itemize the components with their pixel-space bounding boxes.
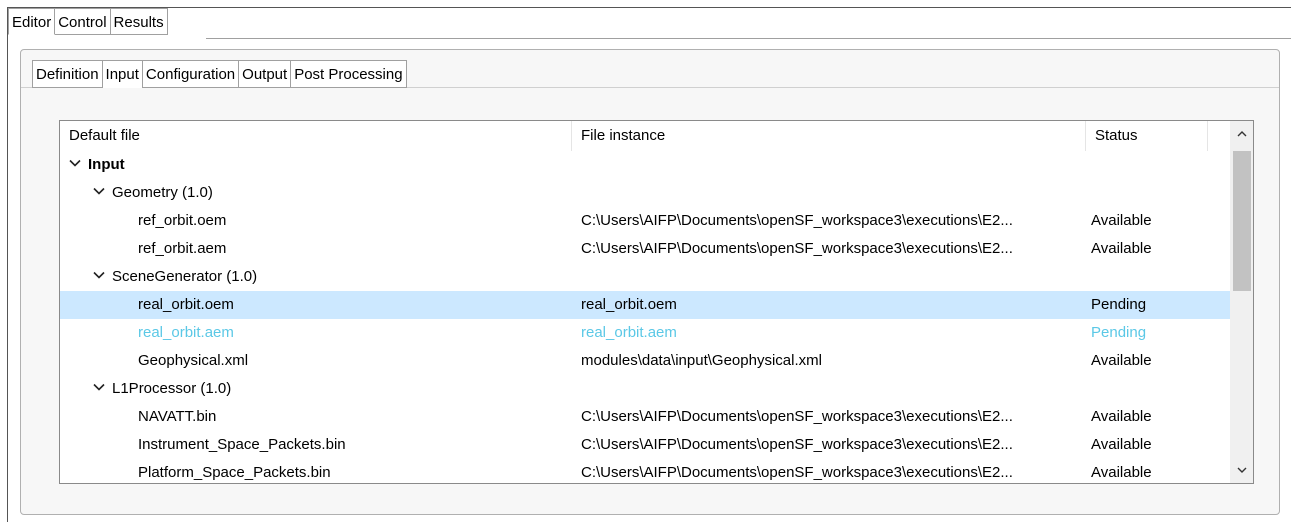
editor-window: Editor Control Results Definition Input … <box>7 7 1291 522</box>
module-label: L1Processor (1.0) <box>112 380 232 397</box>
file-instance-cell: modules\data\input\Geophysical.xml <box>581 352 822 369</box>
default-file-cell: Instrument_Space_Packets.bin <box>138 436 346 453</box>
tab-results[interactable]: Results <box>110 8 168 35</box>
tree-row-l1processor[interactable]: L1Processor (1.0) <box>60 375 1232 403</box>
file-instance-cell: C:\Users\AIFP\Documents\openSF_workspace… <box>581 212 1013 229</box>
default-file-cell: Platform_Space_Packets.bin <box>138 464 331 481</box>
file-instance-cell: real_orbit.oem <box>581 296 677 313</box>
status-cell: Available <box>1091 352 1152 369</box>
tab-input[interactable]: Input <box>102 60 143 88</box>
header-default-file[interactable]: Default file <box>60 121 572 151</box>
header-file-instance[interactable]: File instance <box>572 121 1086 151</box>
default-file-cell: real_orbit.aem <box>138 324 234 341</box>
default-file-cell: NAVATT.bin <box>138 408 217 425</box>
tree-row-geometry[interactable]: Geometry (1.0) <box>60 179 1232 207</box>
default-file-cell: real_orbit.oem <box>138 296 234 313</box>
scroll-down-button[interactable] <box>1231 459 1253 481</box>
scrollbar-thumb[interactable] <box>1233 151 1251 291</box>
status-cell: Available <box>1091 464 1152 481</box>
default-file-cell: ref_orbit.aem <box>138 240 227 257</box>
file-instance-cell: real_orbit.aem <box>581 324 677 341</box>
default-file-cell: ref_orbit.oem <box>138 212 227 229</box>
header-filler <box>1208 121 1232 151</box>
table-row[interactable]: ref_orbit.aem C:\Users\AIFP\Documents\op… <box>60 235 1232 263</box>
status-cell: Available <box>1091 212 1152 229</box>
tree-row-scenegenerator[interactable]: SceneGenerator (1.0) <box>60 263 1232 291</box>
file-instance-cell: C:\Users\AIFP\Documents\openSF_workspace… <box>581 408 1013 425</box>
table-row[interactable]: NAVATT.bin C:\Users\AIFP\Documents\openS… <box>60 403 1232 431</box>
status-cell: Available <box>1091 436 1152 453</box>
group-label: Input <box>88 156 125 173</box>
vertical-scrollbar[interactable] <box>1230 121 1253 483</box>
module-label: Geometry (1.0) <box>112 184 213 201</box>
tab-post-processing[interactable]: Post Processing <box>291 60 407 88</box>
input-files-table: Default file File instance Status Input … <box>59 120 1254 484</box>
top-tab-bar: Editor Control Results <box>8 8 168 35</box>
table-row[interactable]: real_orbit.aem real_orbit.aem Pending <box>60 319 1232 347</box>
tab-divider <box>206 38 1291 39</box>
table-row[interactable]: Platform_Space_Packets.bin C:\Users\AIFP… <box>60 459 1232 483</box>
status-cell: Available <box>1091 240 1152 257</box>
status-cell: Pending <box>1091 324 1147 341</box>
file-instance-cell: C:\Users\AIFP\Documents\openSF_workspace… <box>581 240 1013 257</box>
table-body: Input Geometry (1.0) ref_orbit.oem C:\Us… <box>60 151 1232 483</box>
tab-editor[interactable]: Editor <box>8 8 56 35</box>
file-instance-cell: C:\Users\AIFP\Documents\openSF_workspace… <box>581 436 1013 453</box>
tab-output[interactable]: Output <box>239 60 292 88</box>
chevron-up-icon <box>1237 131 1247 137</box>
table-row[interactable]: Geophysical.xml modules\data\input\Geoph… <box>60 347 1232 375</box>
editor-panel: Definition Input Configuration Output Po… <box>20 49 1280 515</box>
table-row[interactable]: Instrument_Space_Packets.bin C:\Users\AI… <box>60 431 1232 459</box>
status-cell: Pending <box>1091 296 1147 313</box>
table-row[interactable]: ref_orbit.oem C:\Users\AIFP\Documents\op… <box>60 207 1232 235</box>
scroll-up-button[interactable] <box>1231 123 1253 145</box>
file-instance-cell: C:\Users\AIFP\Documents\openSF_workspace… <box>581 464 1013 481</box>
chevron-down-icon <box>1237 467 1247 473</box>
table-row-selected[interactable]: real_orbit.oem real_orbit.oem Pending <box>60 291 1232 319</box>
chevron-down-icon[interactable] <box>68 156 82 170</box>
tab-configuration[interactable]: Configuration <box>142 60 240 88</box>
default-file-cell: Geophysical.xml <box>138 352 249 369</box>
status-cell: Available <box>1091 408 1152 425</box>
chevron-down-icon[interactable] <box>92 184 106 198</box>
table-header: Default file File instance Status <box>60 121 1232 151</box>
tab-definition[interactable]: Definition <box>32 60 103 88</box>
chevron-down-icon[interactable] <box>92 380 106 394</box>
tree-row-input[interactable]: Input <box>60 151 1232 179</box>
tab-control[interactable]: Control <box>55 8 111 35</box>
header-status[interactable]: Status <box>1086 121 1208 151</box>
chevron-down-icon[interactable] <box>92 268 106 282</box>
sub-tab-bar: Definition Input Configuration Output Po… <box>32 60 407 88</box>
module-label: SceneGenerator (1.0) <box>112 268 258 285</box>
